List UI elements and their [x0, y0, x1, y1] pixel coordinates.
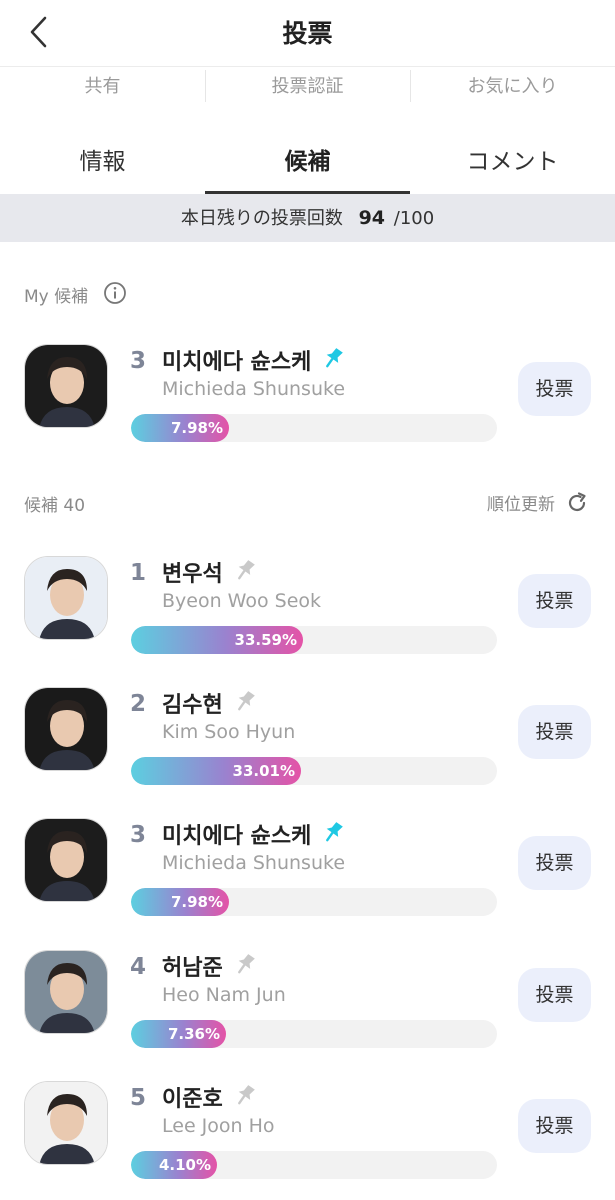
refresh-ranking-button[interactable]: 順位更新: [487, 490, 589, 515]
vote-button[interactable]: 投票: [518, 968, 591, 1022]
vote-share-bar: 33.01%: [131, 757, 497, 785]
candidate-name: 변우석: [162, 562, 223, 587]
candidate-name-en: Byeon Woo Seok: [162, 590, 322, 612]
tab-comments[interactable]: コメント: [410, 130, 615, 194]
candidate-name-en: Michieda Shunsuke: [162, 378, 346, 400]
vote-share-fill: 7.98%: [131, 414, 229, 442]
vote-share-label: 7.98%: [170, 893, 223, 911]
tab-bar: 情報 候補 コメント: [0, 130, 615, 194]
action-bar: 共有 投票認証 お気に入り: [0, 66, 615, 110]
vote-share-label: 7.36%: [167, 1025, 220, 1043]
candidate-name: 미치에다 슌스케: [162, 824, 312, 849]
avatar[interactable]: [24, 950, 108, 1034]
candidate-name: 이준호: [162, 1087, 223, 1112]
refresh-icon: [568, 491, 586, 511]
candidate-name-en: Lee Joon Ho: [162, 1115, 275, 1137]
vote-share-fill: 33.59%: [131, 626, 303, 654]
vote-share-fill: 4.10%: [131, 1151, 217, 1179]
remaining-votes-bar: 本日残りの投票回数 94 /100: [0, 194, 615, 242]
vote-share-bar: 7.98%: [131, 888, 497, 916]
my-candidate-row: 3 미치에다 슌스케 Michieda Shunsuke 7.98% 投票: [0, 334, 615, 444]
vote-share-fill: 7.36%: [131, 1020, 226, 1048]
candidate-rank: 3: [130, 822, 147, 848]
avatar[interactable]: [24, 1081, 108, 1165]
vote-share-fill: 7.98%: [131, 888, 229, 916]
vote-button[interactable]: 投票: [518, 705, 591, 759]
vote-button[interactable]: 投票: [518, 1099, 591, 1153]
avatar[interactable]: [24, 344, 108, 428]
vote-button[interactable]: 投票: [518, 836, 591, 890]
share-button[interactable]: 共有: [0, 67, 205, 110]
app-header: 投票: [0, 0, 615, 66]
candidate-name-en: Kim Soo Hyun: [162, 721, 296, 743]
avatar[interactable]: [24, 556, 108, 640]
remaining-votes-count: 94: [358, 207, 386, 229]
tab-candidates[interactable]: 候補: [205, 130, 410, 194]
vote-share-label: 7.98%: [170, 419, 223, 437]
vote-share-bar: 7.36%: [131, 1020, 497, 1048]
info-icon[interactable]: [103, 281, 127, 305]
candidate-rank: 4: [130, 954, 147, 980]
remaining-votes-label: 本日残りの投票回数: [180, 208, 343, 229]
pin-icon[interactable]: [321, 820, 345, 846]
pin-icon[interactable]: [233, 558, 257, 584]
candidate-name-en: Michieda Shunsuke: [162, 852, 346, 874]
vote-certification-button[interactable]: 投票認証: [205, 67, 410, 110]
vote-button[interactable]: 投票: [518, 362, 591, 416]
candidate-row: 3 미치에다 슌스케 Michieda Shunsuke 7.98% 投票: [0, 808, 615, 918]
pin-icon[interactable]: [233, 1083, 257, 1109]
pin-icon[interactable]: [321, 346, 345, 372]
candidate-row: 2 김수현 Kim Soo Hyun 33.01% 投票: [0, 677, 615, 787]
candidate-name: 미치에다 슌스케: [162, 350, 312, 375]
vote-share-label: 33.01%: [232, 762, 295, 780]
favorite-button[interactable]: お気に入り: [410, 67, 615, 110]
avatar[interactable]: [24, 818, 108, 902]
vote-share-label: 33.59%: [234, 631, 297, 649]
vote-share-bar: 4.10%: [131, 1151, 497, 1179]
vote-share-bar: 33.59%: [131, 626, 497, 654]
refresh-ranking-label: 順位更新: [487, 495, 555, 515]
candidate-name: 김수현: [162, 693, 223, 718]
candidates-count-label: 候補 40: [24, 496, 86, 516]
vote-share-fill: 33.01%: [131, 757, 301, 785]
candidate-rank: 3: [130, 348, 147, 374]
vote-share-bar: 7.98%: [131, 414, 497, 442]
page-title: 投票: [282, 19, 333, 48]
vote-button[interactable]: 投票: [518, 574, 591, 628]
candidate-rank: 1: [130, 560, 147, 586]
candidate-name-en: Heo Nam Jun: [162, 984, 286, 1006]
candidate-row: 4 허남준 Heo Nam Jun 7.36% 投票: [0, 940, 615, 1050]
candidate-name: 허남준: [162, 956, 223, 981]
total-votes: /100: [393, 208, 435, 229]
pin-icon[interactable]: [233, 689, 257, 715]
avatar[interactable]: [24, 687, 108, 771]
candidate-rank: 2: [130, 691, 147, 717]
tab-info[interactable]: 情報: [0, 130, 205, 194]
candidate-row: 5 이준호 Lee Joon Ho 4.10% 投票: [0, 1071, 615, 1181]
candidate-row: 1 변우석 Byeon Woo Seok 33.59% 投票: [0, 546, 615, 656]
vote-share-label: 4.10%: [158, 1156, 211, 1174]
pin-icon[interactable]: [233, 952, 257, 978]
my-candidate-label: My 候補: [24, 287, 89, 307]
candidate-rank: 5: [130, 1085, 147, 1111]
